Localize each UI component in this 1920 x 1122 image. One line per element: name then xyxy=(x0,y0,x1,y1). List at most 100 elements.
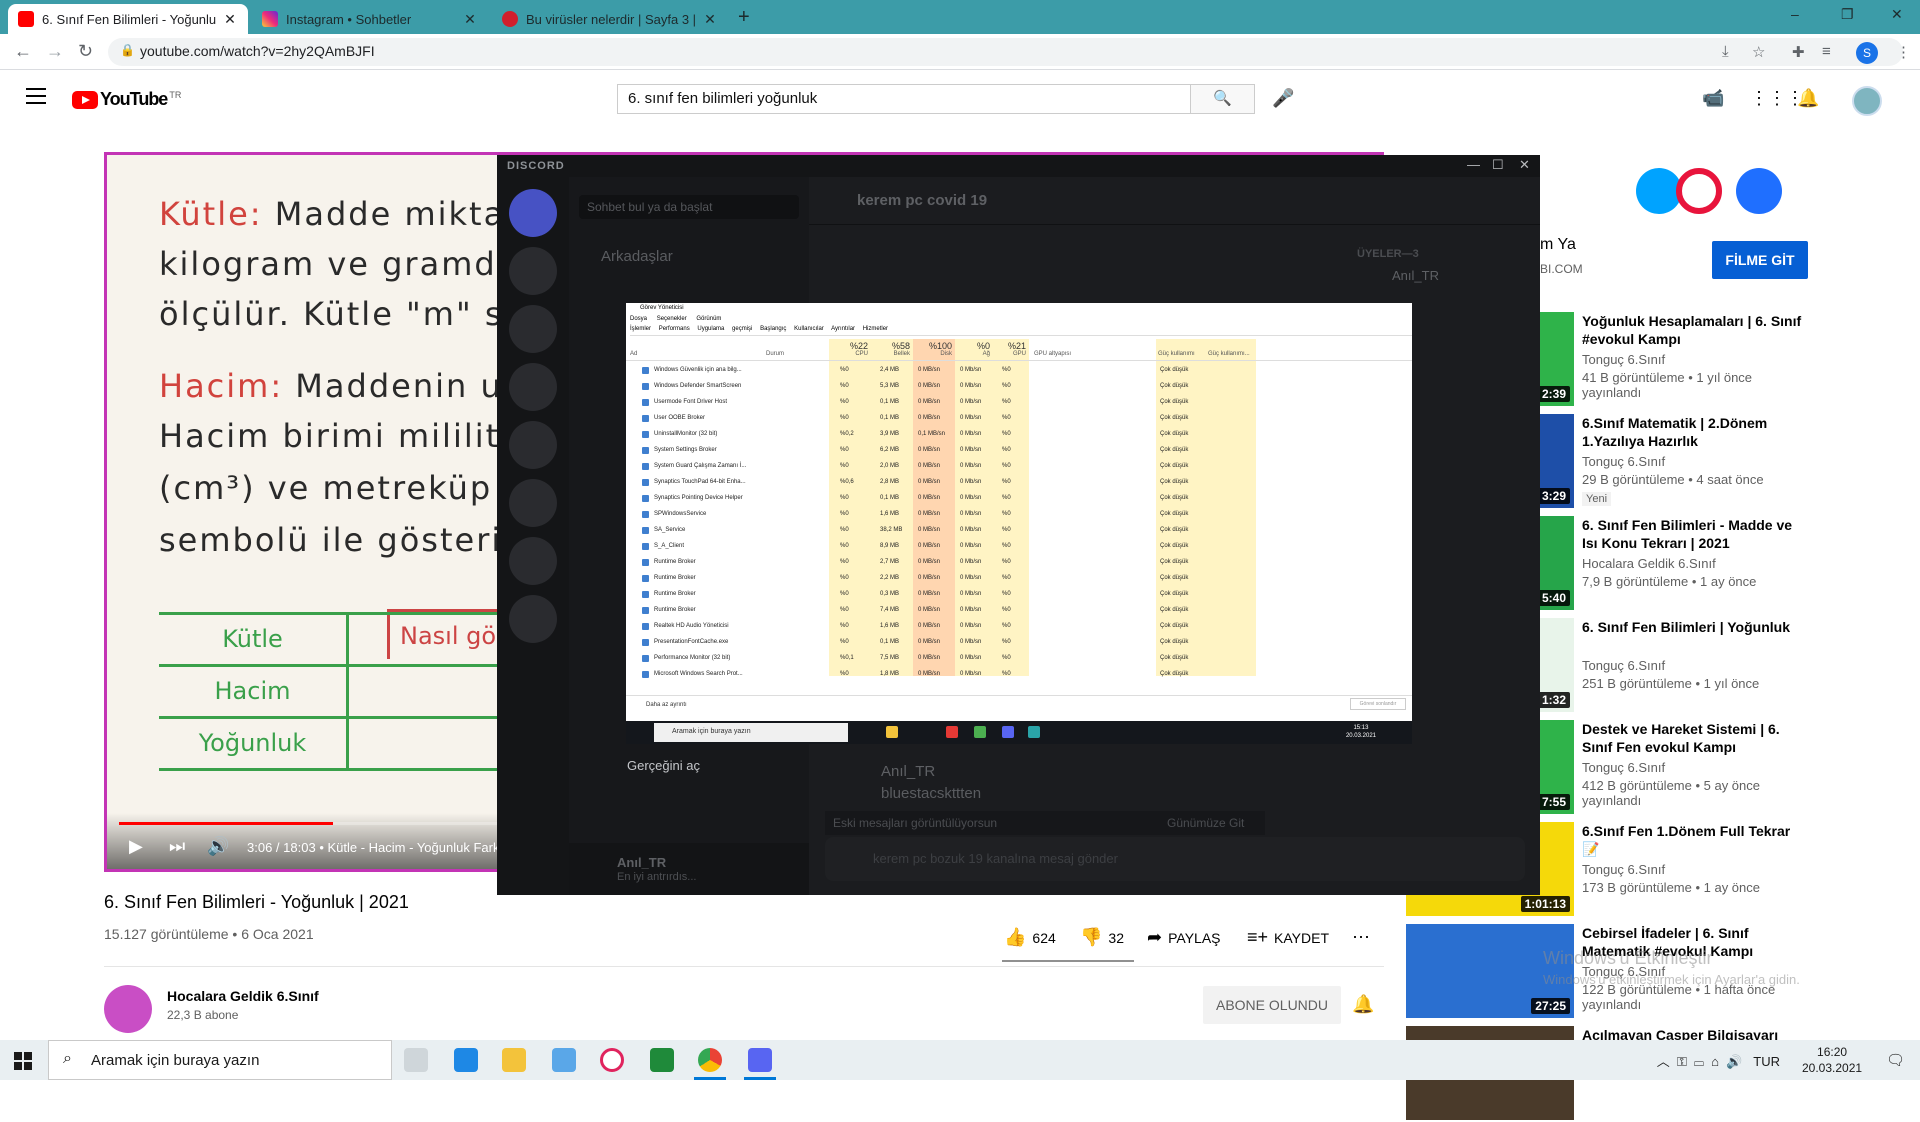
add-server-icon[interactable] xyxy=(509,479,557,527)
server-icon[interactable] xyxy=(509,305,557,353)
process-row[interactable]: Runtime Broker %0 2,7 MB 0 MB/sn 0 Mb/sn %0 Ço… xyxy=(626,555,1412,571)
col-network[interactable]: %0 Ağ xyxy=(958,341,990,357)
next-icon[interactable]: ⏭ xyxy=(169,836,185,857)
forward-arrow-icon[interactable]: → xyxy=(46,41,64,62)
account-avatar[interactable] xyxy=(1852,86,1882,116)
process-row[interactable]: Usermode Font Driver Host %0 0,1 MB 0 MB/sn… xyxy=(626,395,1412,411)
share-button[interactable]: ➦ PAYLAŞ xyxy=(1147,927,1221,948)
hamburger-menu-icon[interactable] xyxy=(26,88,46,109)
minimize-button[interactable]: – xyxy=(1791,6,1799,22)
process-row[interactable]: S_A_Client %0 8,9 MB 0 MB/sn 0 Mb/sn %0 Çok dü… xyxy=(626,539,1412,555)
fullscreen-stream-label[interactable]: Gerçeğini aç xyxy=(627,758,700,773)
subscribe-button[interactable]: ABONE OLUNDU xyxy=(1203,986,1341,1024)
col-cpu[interactable]: %22 CPU xyxy=(834,341,868,357)
server-icon[interactable] xyxy=(509,247,557,295)
tab-instagram[interactable]: Instagram • Sohbetler ✕ xyxy=(252,4,488,34)
recommendation-channel[interactable]: Tonguç 6.Sınıf xyxy=(1582,352,1665,367)
menu-item-options[interactable]: Seçenekler xyxy=(657,316,687,322)
end-task-button[interactable]: Görevi sonlandır xyxy=(1350,698,1406,710)
recommendation-channel[interactable]: Tonguç 6.Sınıf xyxy=(1582,760,1665,775)
col-disk[interactable]: %100 Disk xyxy=(916,341,952,357)
tab-processes[interactable]: İşlemler xyxy=(630,326,651,332)
process-row[interactable]: Synaptics Pointing Device Helper %0 0,1 MB… xyxy=(626,491,1412,507)
recommendation-title[interactable]: Yoğunluk Hesaplamaları | 6. Sınıf #evoku… xyxy=(1582,312,1802,348)
notifications-bell-icon[interactable]: 🔔 xyxy=(1797,88,1819,109)
url-field[interactable]: 🔒 youtube.com/watch?v=2hy2QAmBJFI xyxy=(108,38,1903,66)
media-control-icon[interactable]: ≡ xyxy=(1822,43,1831,60)
recommendation-title[interactable]: 6. Sınıf Fen Bilimleri | Yoğunluk xyxy=(1582,618,1802,636)
play-icon[interactable]: ▶ xyxy=(129,836,143,857)
menu-item-file[interactable]: Dosya xyxy=(630,316,647,322)
process-row[interactable]: Runtime Broker %0 2,2 MB 0 MB/sn 0 Mb/sn %0 Ço… xyxy=(626,571,1412,587)
apps-grid-icon[interactable]: ⋮⋮⋮ xyxy=(1750,88,1804,109)
opera-icon[interactable] xyxy=(600,1048,624,1072)
server-icon[interactable] xyxy=(509,537,557,585)
process-row[interactable]: Windows Defender SmartScreen %0 5,3 MB 0 MB… xyxy=(626,379,1412,395)
close-tab-icon[interactable]: ✕ xyxy=(222,11,238,28)
recommendation-title[interactable]: 6.Sınıf Matematik | 2.Dönem 1.Yazılıya H… xyxy=(1582,414,1802,450)
tab-app-history[interactable]: Uygulama geçmişi xyxy=(697,326,752,332)
channel-avatar[interactable] xyxy=(104,985,152,1033)
recommendation-channel[interactable]: Tonguç 6.Sınıf xyxy=(1582,454,1665,469)
tab-users[interactable]: Kullanıcılar xyxy=(794,326,824,332)
message-input[interactable]: kerem pc bozuk 19 kanalına mesaj gönder xyxy=(825,837,1525,881)
process-row[interactable]: System Guard Çalışma Zamanı İ... %0 2,0 MB… xyxy=(626,459,1412,475)
recommendation-channel[interactable]: Tonguç 6.Sınıf xyxy=(1582,658,1665,673)
install-icon[interactable]: ⤓ xyxy=(1722,43,1729,60)
explore-icon[interactable] xyxy=(509,595,557,643)
more-actions-button[interactable]: ⋯ xyxy=(1352,927,1376,948)
fewer-details-link[interactable]: Daha az ayrıntı xyxy=(626,695,1412,715)
process-row[interactable]: SA_Service %0 38,2 MB 0 MB/sn 0 Mb/sn %0 Çok d… xyxy=(626,523,1412,539)
chrome-icon[interactable] xyxy=(698,1048,722,1072)
taskbar-search-input[interactable]: ⌕ Aramak için buraya yazın xyxy=(48,1040,392,1080)
back-arrow-icon[interactable]: ← xyxy=(14,41,32,62)
save-button[interactable]: ≡+ KAYDET xyxy=(1247,927,1329,948)
process-row[interactable]: User OOBE Broker %0 0,1 MB 0 MB/sn 0 Mb/sn %0… xyxy=(626,411,1412,427)
app-icon[interactable] xyxy=(650,1048,674,1072)
discord-maximize-button[interactable]: ☐ xyxy=(1492,157,1504,173)
process-row[interactable]: Realtek HD Audio Yöneticisi %0 1,6 MB 0 MB/… xyxy=(626,619,1412,635)
volume-icon[interactable]: 🔊 xyxy=(207,836,229,857)
recommendation-title[interactable]: 6.Sınıf Fen 1.Dönem Full Tekrar 📝 xyxy=(1582,822,1802,858)
microphone-icon[interactable]: 🎤 xyxy=(1272,88,1294,109)
close-window-button[interactable]: ✕ xyxy=(1891,6,1903,23)
dm-search-input[interactable]: Sohbet bul ya da başlat xyxy=(579,195,799,219)
profile-avatar[interactable]: S xyxy=(1856,42,1878,64)
reload-icon[interactable]: ↻ xyxy=(78,41,93,62)
create-video-icon[interactable]: 📹 xyxy=(1702,88,1724,109)
recommendation-channel[interactable]: Tonguç 6.Sınıf xyxy=(1582,862,1665,877)
task-view-icon[interactable] xyxy=(404,1048,428,1072)
recommendation-title[interactable]: Destek ve Hareket Sistemi | 6. Sınıf Fen… xyxy=(1582,720,1802,756)
process-row[interactable]: Runtime Broker %0 0,3 MB 0 MB/sn 0 Mb/sn %0 Ço… xyxy=(626,587,1412,603)
col-power-trend[interactable]: Güç kullanımı... xyxy=(1208,351,1250,357)
close-tab-icon[interactable]: ✕ xyxy=(702,11,718,28)
search-button[interactable]: 🔍 xyxy=(1191,84,1255,114)
col-status[interactable]: Durum xyxy=(766,351,784,357)
recommendation-channel[interactable]: Hocalara Geldik 6.Sınıf xyxy=(1582,556,1716,571)
file-explorer-icon[interactable] xyxy=(502,1048,526,1072)
bookmark-star-icon[interactable]: ☆ xyxy=(1752,43,1765,61)
process-row[interactable]: SPWindowsService %0 1,6 MB 0 MB/sn 0 Mb/sn %0… xyxy=(626,507,1412,523)
notification-bell-icon[interactable]: 🔔 xyxy=(1352,994,1374,1015)
youtube-logo[interactable]: YouTube TR xyxy=(72,89,181,110)
col-power[interactable]: Güç kullanımı xyxy=(1158,351,1195,357)
channel-name[interactable]: Hocalara Geldik 6.Sınıf xyxy=(167,988,319,1004)
friends-nav-item[interactable]: Arkadaşlar xyxy=(601,248,673,265)
server-icon[interactable] xyxy=(509,421,557,469)
process-row[interactable]: PresentationFontCache.exe %0 0,1 MB 0 MB/sn… xyxy=(626,635,1412,651)
notification-center-icon[interactable]: 🗨 xyxy=(1886,1051,1905,1069)
member-name[interactable]: Anıl_TR xyxy=(1392,268,1439,283)
tab-details[interactable]: Ayrıntılar xyxy=(831,326,855,332)
extensions-puzzle-icon[interactable]: ✚ xyxy=(1792,43,1805,61)
menu-item-view[interactable]: Görünüm xyxy=(696,316,721,322)
recommendation-title[interactable]: 6. Sınıf Fen Bilimleri - Madde ve Isı Ko… xyxy=(1582,516,1802,552)
windows-start-icon[interactable] xyxy=(14,1052,32,1070)
discord-icon[interactable] xyxy=(748,1048,772,1072)
discord-close-button[interactable]: ✕ xyxy=(1519,157,1530,173)
new-tab-button[interactable]: + xyxy=(738,6,750,29)
maximize-button[interactable]: ❐ xyxy=(1841,6,1854,23)
tab-youtube[interactable]: 6. Sınıf Fen Bilimleri - Yoğunluk | ✕ xyxy=(8,4,248,34)
menu-kebab-icon[interactable]: ⋮ xyxy=(1896,43,1911,61)
app-icon[interactable] xyxy=(552,1048,576,1072)
taskbar-clock[interactable]: 16:20 20.03.2021 xyxy=(1802,1044,1862,1076)
